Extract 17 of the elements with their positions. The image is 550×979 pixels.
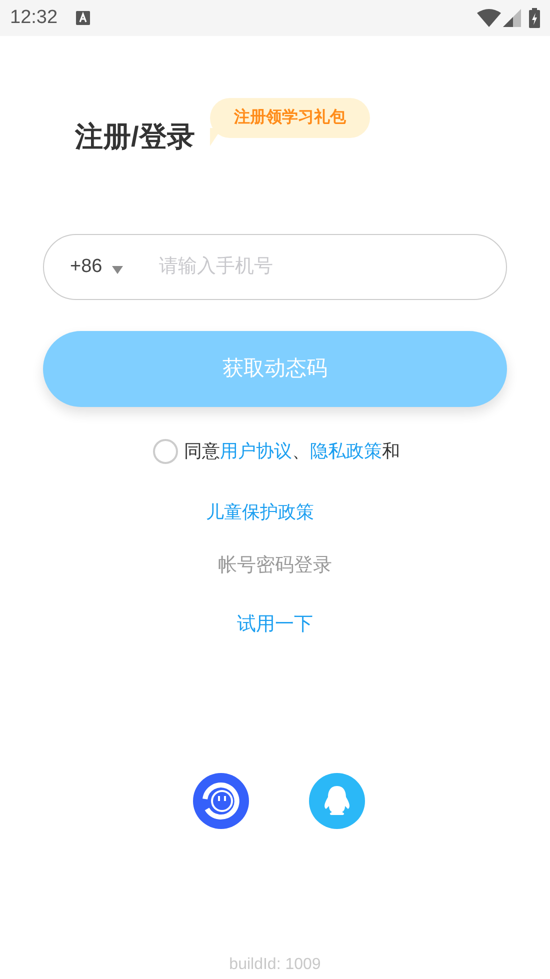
password-login-link[interactable]: 帐号密码登录 [218,552,332,580]
penguin-login-icon[interactable] [309,773,365,829]
agreement-text: 同意用户协议、隐私政策和 [184,440,400,463]
agreement-link[interactable]: 隐私政策 [310,441,382,461]
agree-checkbox[interactable] [153,439,178,464]
keyboard-icon [76,11,90,25]
children-policy-link[interactable]: 儿童保护政策 [206,499,314,526]
try-link[interactable]: 试用一下 [237,610,313,639]
agreement-link[interactable]: 用户协议 [220,441,292,461]
wifi-icon [477,9,501,27]
country-code[interactable]: +86 [70,252,102,282]
status-time: 12:32 [10,6,58,30]
battery-icon [529,8,540,28]
page-title: 注册/登录 [75,120,195,154]
dropdown-caret-icon[interactable] [112,266,124,274]
smiley-login-icon[interactable] [193,773,249,829]
signal-icon [503,9,521,27]
